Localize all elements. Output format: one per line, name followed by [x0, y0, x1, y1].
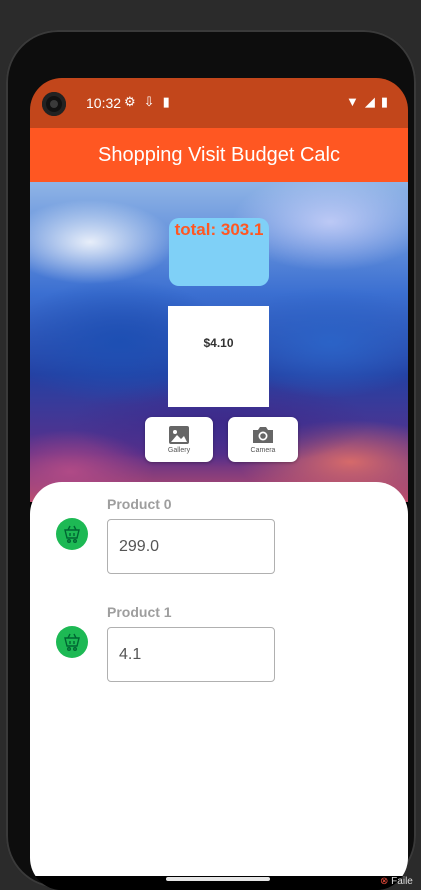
product-list: Product 0 Product 1 — [30, 482, 408, 876]
download-icon: ⇩ — [143, 94, 155, 109]
host-error-text: ⊗ Faile — [380, 876, 413, 887]
camera-icon — [253, 427, 273, 443]
device-screen: 10:32 ⚙ ⇩ ▮ ▼ ◢ ▮ Shopping Visit Budget … — [30, 78, 408, 890]
home-handle[interactable] — [166, 877, 270, 881]
device-frame: 10:32 ⚙ ⇩ ▮ ▼ ◢ ▮ Shopping Visit Budget … — [6, 30, 416, 890]
shopping-cart-icon — [56, 626, 88, 658]
shopping-cart-icon — [56, 518, 88, 550]
gallery-button[interactable]: Gallery — [145, 417, 213, 462]
total-label: total: 303.1 — [174, 220, 264, 239]
error-fragment: Faile — [391, 876, 413, 887]
battery-icon: ▮ — [380, 94, 388, 109]
gesture-bar — [30, 876, 408, 890]
signal-icon: ◢ — [364, 94, 375, 109]
product-label: Product 1 — [107, 604, 172, 620]
wifi-icon: ▼ — [345, 94, 359, 109]
price-field[interactable] — [107, 519, 275, 574]
sd-card-icon: ▮ — [162, 94, 170, 109]
price-field[interactable] — [107, 627, 275, 682]
camera-label: Camera — [250, 447, 276, 454]
receipt-preview[interactable]: $4.10 — [168, 306, 269, 407]
settings-icon: ⚙ — [124, 94, 136, 109]
app-title: Shopping Visit Budget Calc — [97, 143, 340, 166]
gallery-label: Gallery — [167, 447, 191, 454]
app-bar: Shopping Visit Budget Calc — [30, 128, 408, 182]
camera-button[interactable]: Camera — [228, 417, 298, 462]
status-bar: 10:32 ⚙ ⇩ ▮ ▼ ◢ ▮ — [30, 78, 408, 128]
image-icon — [169, 426, 189, 444]
front-camera — [42, 92, 66, 116]
receipt-price: $4.10 — [203, 336, 234, 350]
error-icon: ⊗ — [380, 876, 389, 887]
product-label: Product 0 — [107, 496, 172, 512]
status-time: 10:32 — [86, 95, 122, 111]
